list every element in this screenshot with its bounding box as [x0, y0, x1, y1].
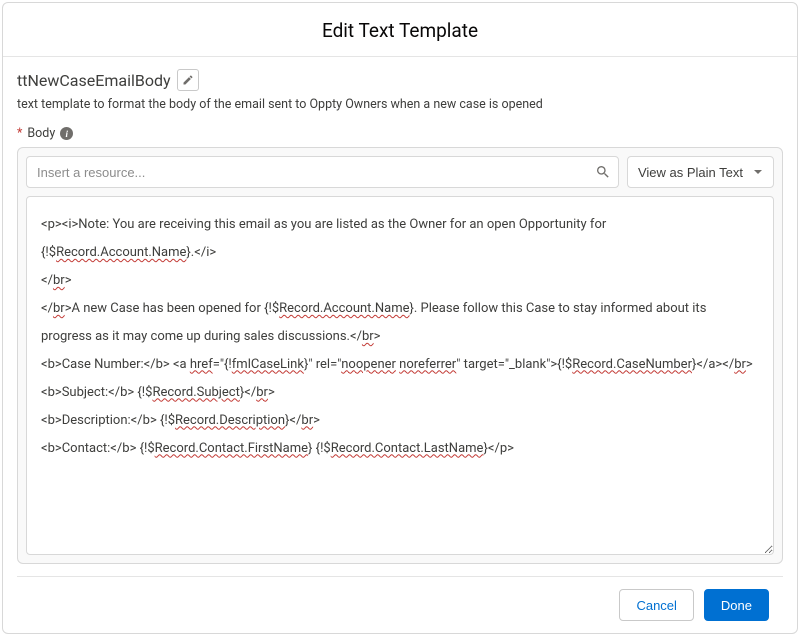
edit-text-template-modal: Edit Text Template ttNewCaseEmailBody te…	[2, 2, 798, 634]
body-textarea[interactable]: <p><i>Note: You are receiving this email…	[26, 196, 774, 555]
view-mode-toggle[interactable]: View as Plain Text	[627, 156, 774, 188]
modal-body: ttNewCaseEmailBody text template to form…	[3, 57, 797, 633]
modal-footer: Cancel Done	[17, 576, 783, 633]
template-name: ttNewCaseEmailBody	[17, 71, 171, 90]
done-button[interactable]: Done	[704, 589, 769, 621]
modal-header: Edit Text Template	[3, 3, 797, 57]
required-indicator: *	[17, 126, 22, 141]
edit-name-button[interactable]	[177, 69, 199, 91]
pencil-icon	[182, 74, 194, 86]
resource-input-wrap	[26, 156, 619, 188]
body-line-5: <b>Subject:</b> {!$Record.Subject}</br>	[41, 379, 759, 407]
editor-container: View as Plain Text <p><i>Note: You are r…	[17, 147, 783, 564]
modal-title: Edit Text Template	[3, 19, 797, 42]
body-line-6: <b>Description:</b> {!$Record.Descriptio…	[41, 407, 759, 435]
body-label: Body	[27, 126, 55, 141]
template-name-row: ttNewCaseEmailBody	[17, 69, 783, 91]
template-description: text template to format the body of the …	[17, 97, 783, 112]
resource-input[interactable]	[26, 156, 619, 188]
body-line-1: <p><i>Note: You are receiving this email…	[41, 211, 759, 267]
body-line-4: <b>Case Number:</b> <a href="{!fmlCaseLi…	[41, 351, 759, 379]
view-mode-label: View as Plain Text	[638, 165, 743, 180]
body-line-2: </br>	[41, 267, 759, 295]
body-line-3: </br>A new Case has been opened for {!$R…	[41, 295, 759, 351]
body-line-7: <b>Contact:</b> {!$Record.Contact.FirstN…	[41, 435, 759, 463]
body-label-row: * Body i	[17, 126, 783, 141]
caret-down-icon	[753, 167, 763, 177]
info-icon[interactable]: i	[60, 127, 73, 140]
editor-toolbar: View as Plain Text	[26, 156, 774, 188]
cancel-button[interactable]: Cancel	[619, 589, 693, 621]
